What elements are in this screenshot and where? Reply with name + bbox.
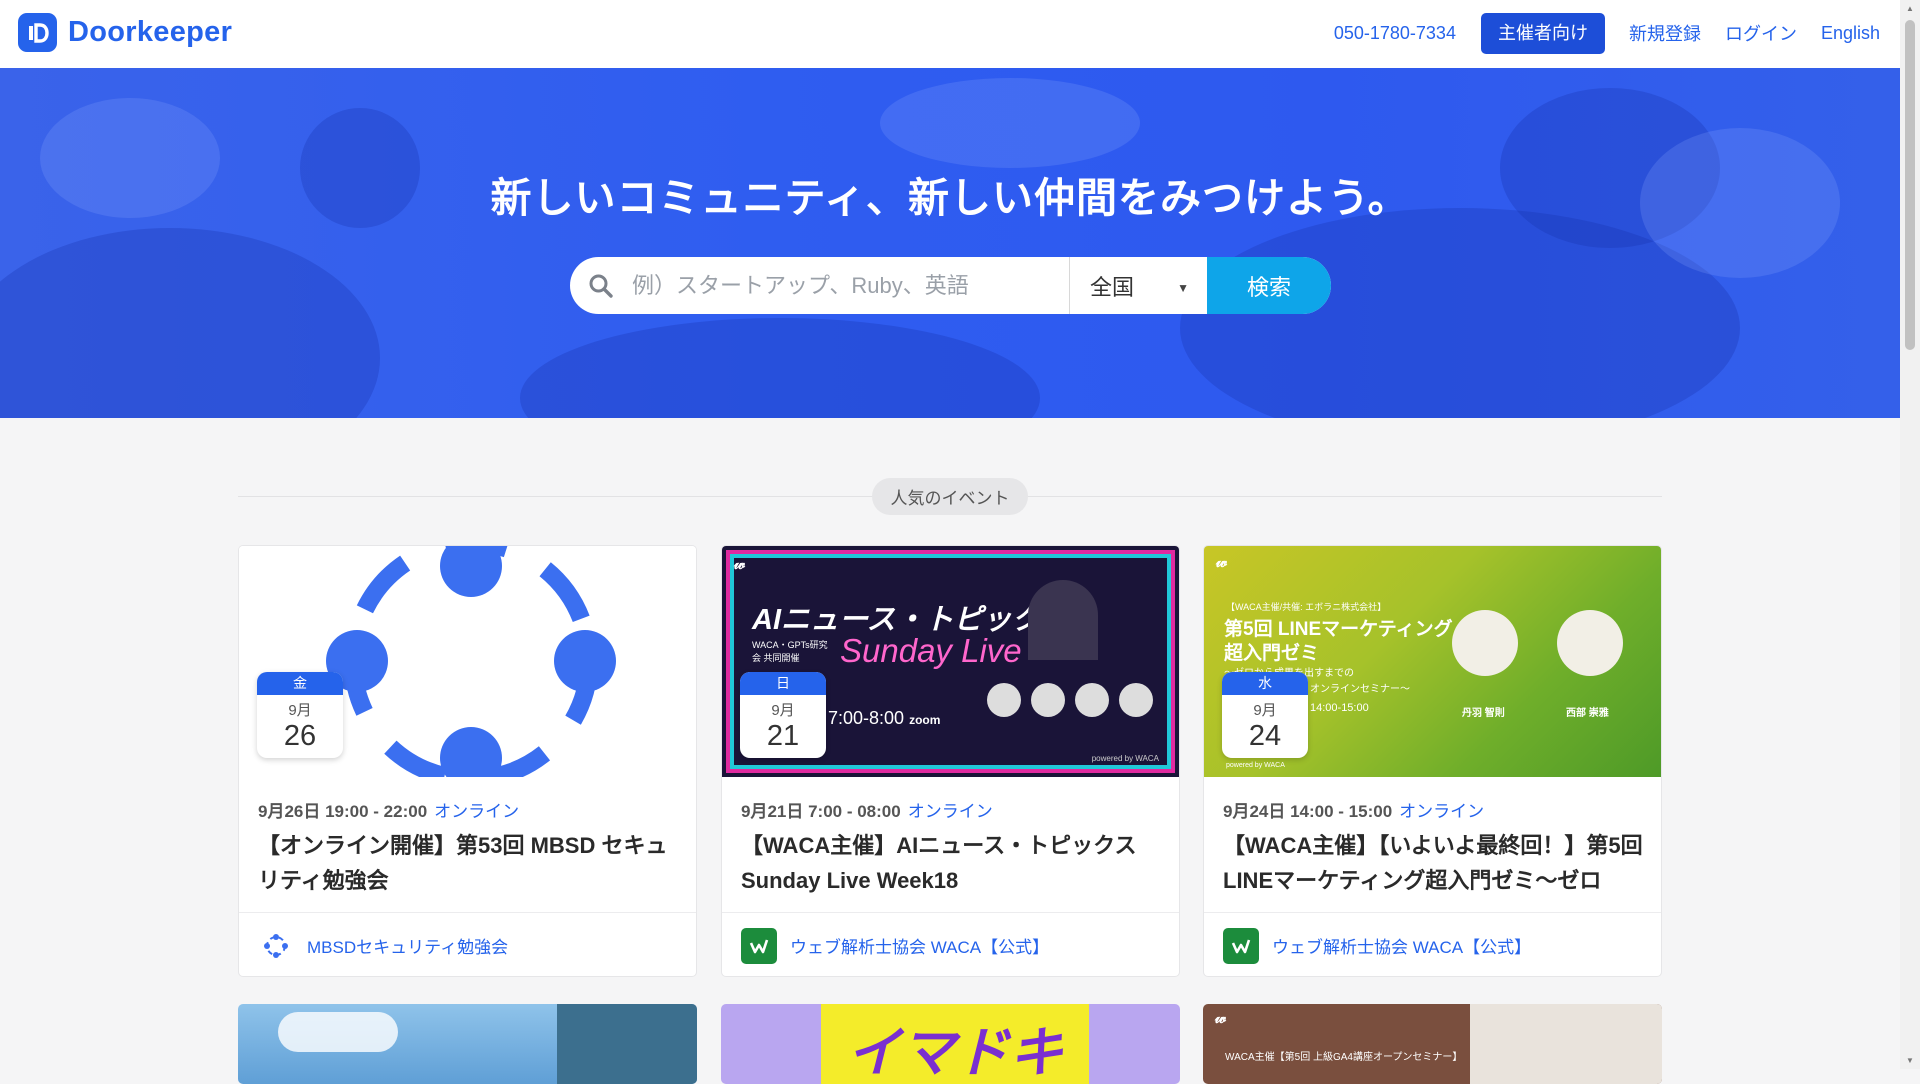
event-organizer[interactable]: ウェブ解析士協会 WACA【公式】	[1204, 912, 1661, 976]
date-badge-day: 26	[283, 720, 317, 752]
scroll-down-icon[interactable]: ▼	[1906, 1056, 1914, 1065]
search-button[interactable]: 検索	[1207, 257, 1331, 314]
banner-time-text: 7:00-8:00	[828, 708, 905, 728]
brand-logo[interactable]: Doorkeeper	[18, 13, 232, 52]
hero-photo-shape	[880, 78, 1140, 168]
date-badge-dow: 水	[1222, 672, 1308, 695]
search-bar: 全国 ▼ 検索	[570, 257, 1331, 314]
waca-mark-icon: 𝓌	[1216, 554, 1228, 571]
banner-line2: 超入門ゼミ	[1224, 643, 1320, 664]
zoom-label: zoom	[909, 713, 941, 727]
event-image-building	[557, 1004, 697, 1084]
search-input[interactable]	[632, 257, 1069, 314]
organizer-name: ウェブ解析士協会 WACA【公式】	[1272, 938, 1532, 957]
top-nav: 050-1780-7334 主催者向け 新規登録 ログイン English	[1334, 12, 1880, 54]
event-card[interactable]: 𝓌 【WACA主催/共催: エボラニ株式会社】 第5回 LINEマーケティング …	[1203, 545, 1662, 977]
waca-mark-icon: 𝓌	[734, 556, 746, 573]
event-mode: オンライン	[1399, 802, 1485, 821]
waca-org-icon	[1223, 927, 1259, 964]
event-title[interactable]: 【WACA主催】AIニュース・トピックス Sunday Live Week18	[741, 828, 1166, 898]
event-time: 9月21日 7:00 - 08:00 オンライン	[741, 797, 993, 822]
event-image-cloud	[278, 1012, 398, 1052]
hero-photo-shape	[520, 318, 1040, 418]
language-link[interactable]: English	[1821, 23, 1880, 44]
hero-banner: 新しいコミュニティ、新しい仲間をみつけよう。 全国 ▼ 検索	[0, 68, 1900, 418]
signup-link[interactable]: 新規登録	[1629, 20, 1701, 46]
event-mode: オンライン	[434, 802, 520, 821]
banner-line1: 第5回 LINEマーケティング	[1224, 619, 1453, 640]
date-badge: 日 9月 21	[740, 672, 826, 758]
login-link[interactable]: ログイン	[1725, 20, 1797, 46]
speaker1-name: 丹羽 智則	[1462, 708, 1505, 719]
speaker-avatar	[1119, 683, 1153, 717]
section-label: 人気のイベント	[872, 478, 1028, 515]
event-card[interactable]: 𝓌 AIニュース・トピックス Sunday Live WACA・GPTs研究会 …	[721, 545, 1180, 977]
banner-time: 14:00-15:00	[1310, 702, 1369, 714]
speaker-avatar	[1557, 610, 1623, 676]
banner-powered: powered by WACA	[1091, 754, 1159, 763]
region-select[interactable]: 全国 ▼	[1069, 257, 1207, 314]
banner-line4: オンラインセミナー〜	[1310, 684, 1410, 695]
date-badge-day: 21	[766, 720, 800, 752]
date-badge-dow: 日	[740, 672, 826, 695]
hero-title: 新しいコミュニティ、新しい仲間をみつけよう。	[490, 175, 1410, 221]
speaker-avatar	[987, 683, 1021, 717]
event-title[interactable]: 【WACA主催】【いよいよ最終回！】第5回 LINEマーケティング超入門ゼミ〜ゼ…	[1223, 828, 1648, 898]
event-datetime: 9月21日 7:00 - 08:00	[741, 802, 901, 821]
speaker-avatar	[1075, 683, 1109, 717]
date-badge-dow: 金	[257, 672, 343, 695]
doorkeeper-logo-icon	[18, 13, 57, 52]
event-card[interactable]: 𝓌 WACA主催【第5回 上級GA4講座オープンセミナー】	[1203, 1004, 1662, 1084]
phone-link[interactable]: 050-1780-7334	[1334, 23, 1456, 44]
brand-name: Doorkeeper	[68, 16, 233, 48]
event-image-photo	[1470, 1004, 1662, 1084]
event-card[interactable]	[238, 1004, 697, 1084]
search-icon	[570, 257, 632, 314]
event-mode: オンライン	[907, 802, 993, 821]
event-image-text: WACA主催【第5回 上級GA4講座オープンセミナー】	[1225, 1052, 1463, 1063]
speaker-avatar	[1452, 610, 1518, 676]
event-organizer[interactable]: ウェブ解析士協会 WACA【公式】	[722, 912, 1179, 976]
mbsd-org-icon	[258, 928, 294, 964]
page-scrollbar[interactable]: ▲ ▼	[1900, 0, 1920, 1069]
speaker2-name: 西部 崇雅	[1566, 708, 1609, 719]
event-datetime: 9月24日 14:00 - 15:00	[1223, 802, 1393, 821]
caret-down-icon: ▼	[1177, 281, 1189, 295]
date-badge: 金 9月 26	[257, 672, 343, 758]
date-badge-day: 24	[1248, 720, 1282, 752]
date-badge-month: 9月	[1253, 702, 1277, 719]
region-select-value: 全国	[1090, 274, 1135, 300]
banner-powered: powered by WACA	[1226, 762, 1285, 769]
event-organizer[interactable]: MBSDセキュリティ勉強会	[239, 912, 696, 976]
event-card[interactable]: イマドキ	[721, 1004, 1180, 1084]
hero-photo-shape	[0, 228, 380, 418]
date-badge-month: 9月	[771, 702, 795, 719]
event-time: 9月24日 14:00 - 15:00 オンライン	[1223, 797, 1484, 822]
waca-mark-icon: 𝓌	[1215, 1010, 1227, 1027]
speaker-avatar	[1031, 683, 1065, 717]
date-badge-month: 9月	[288, 702, 312, 719]
organizer-name: ウェブ解析士協会 WACA【公式】	[790, 938, 1050, 957]
event-card[interactable]: 金 9月 26 9月26日 19:00 - 22:00 オンライン 【オンライン開…	[238, 545, 697, 977]
event-title[interactable]: 【オンライン開催】第53回 MBSD セキュリティ勉強会	[258, 828, 683, 898]
banner-top: 【WACA主催/共催: エボラニ株式会社】	[1226, 602, 1387, 612]
date-badge: 水 9月 24	[1222, 672, 1308, 758]
scroll-up-icon[interactable]: ▲	[1906, 4, 1914, 13]
organizer-name: MBSDセキュリティ勉強会	[307, 938, 509, 957]
event-time: 9月26日 19:00 - 22:00 オンライン	[258, 797, 519, 822]
banner-sub: WACA・GPTs研究会 共同開催	[752, 640, 828, 663]
banner-time: 7:00-8:00 zoom	[828, 708, 940, 729]
scrollbar-thumb[interactable]	[1905, 20, 1915, 350]
waca-org-icon	[741, 927, 777, 964]
event-image-text: イマドキ	[847, 1023, 1063, 1083]
event-datetime: 9月26日 19:00 - 22:00	[258, 802, 428, 821]
organizer-button[interactable]: 主催者向け	[1480, 12, 1605, 54]
site-header: Doorkeeper 050-1780-7334 主催者向け 新規登録 ログイン…	[0, 0, 1900, 68]
speaker-photo	[1028, 580, 1098, 660]
banner-script: Sunday Live	[840, 632, 1022, 669]
